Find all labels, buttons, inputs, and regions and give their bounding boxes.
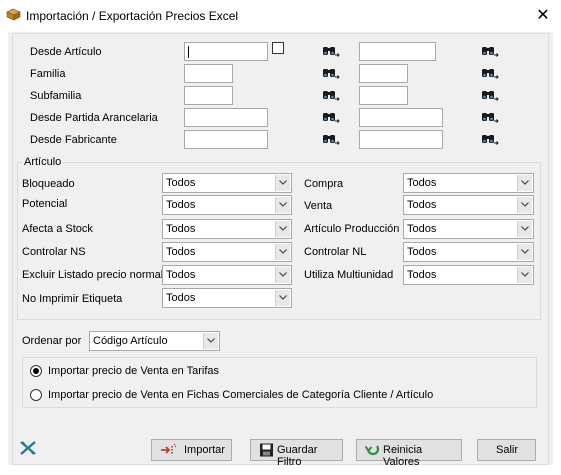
articulo-produccion-select[interactable]: Todos: [403, 219, 534, 239]
chevron-down-icon: [275, 197, 290, 213]
filter-label-subfamilia: Subfamilia: [30, 90, 82, 102]
fabricante-to-input[interactable]: [359, 130, 443, 149]
save-disk-icon: [260, 443, 273, 457]
title-bar: Importación / Exportación Precios Excel …: [0, 0, 561, 32]
utiliza-multiunidad-select[interactable]: Todos: [403, 265, 534, 285]
ordenar-por-select[interactable]: Código Artículo: [89, 331, 220, 351]
desde-articulo-checkbox[interactable]: [272, 42, 284, 54]
window-title: Importación / Exportación Precios Excel: [26, 9, 239, 23]
controlar-nl-select[interactable]: Todos: [403, 242, 534, 262]
import-fichas-label: Importar precio de Venta en Fichas Comer…: [48, 389, 434, 401]
chevron-down-icon: [517, 175, 532, 191]
partida-arancelaria-to-input[interactable]: [359, 108, 443, 127]
binoculars-search-icon[interactable]: [322, 88, 340, 102]
import-fichas-radio[interactable]: [30, 389, 42, 401]
app-box-icon: [6, 8, 21, 21]
bloqueado-label: Bloqueado: [22, 178, 75, 190]
fabricante-from-input[interactable]: [184, 130, 268, 149]
chevron-down-icon: [275, 267, 290, 283]
compra-label: Compra: [304, 178, 344, 190]
chevron-down-icon: [275, 290, 290, 306]
filter-label-desde-articulo: Desde Artículo: [30, 46, 102, 58]
no-imprimir-etiqueta-label: No Imprimir Etiqueta: [22, 293, 123, 305]
chevron-down-icon: [517, 244, 532, 260]
subfamilia-from-input[interactable]: [184, 86, 233, 105]
chevron-down-icon: [275, 175, 290, 191]
chevron-down-icon: [517, 197, 532, 213]
binoculars-search-icon[interactable]: [322, 44, 340, 58]
ordenar-por-label: Ordenar por: [22, 335, 82, 347]
binoculars-search-icon[interactable]: [322, 66, 340, 80]
excluir-listado-label: Excluir Listado precio normal: [22, 269, 164, 281]
binoculars-search-icon[interactable]: [481, 132, 499, 146]
no-imprimir-etiqueta-select[interactable]: Todos: [162, 288, 292, 308]
articulo-produccion-label: Artículo Producción: [304, 223, 400, 235]
salir-button[interactable]: Salir: [477, 439, 536, 461]
chevron-down-icon: [275, 221, 290, 237]
filter-label-familia: Familia: [30, 68, 66, 80]
binoculars-search-icon[interactable]: [322, 132, 340, 146]
afecta-stock-label: Afecta a Stock: [22, 223, 93, 235]
potencial-label: Potencial: [22, 198, 68, 210]
reset-arrow-icon: [365, 445, 380, 456]
articulo-group-title: Artículo: [22, 156, 64, 168]
chevron-down-icon: [517, 267, 532, 283]
familia-from-input[interactable]: [184, 64, 233, 83]
chevron-down-icon: [517, 221, 532, 237]
filter-label-fabricante: Desde Fabricante: [30, 134, 117, 146]
import-tarifas-radio[interactable]: [30, 365, 42, 377]
controlar-ns-label: Controlar NS: [22, 246, 86, 258]
importar-button[interactable]: Importar: [151, 439, 232, 461]
binoculars-search-icon[interactable]: [322, 110, 340, 124]
venta-select[interactable]: Todos: [403, 195, 534, 215]
chevron-down-icon: [275, 244, 290, 260]
binoculars-search-icon[interactable]: [481, 110, 499, 124]
partida-arancelaria-from-input[interactable]: [184, 108, 268, 127]
import-tarifas-label: Importar precio de Venta en Tarifas: [48, 365, 220, 377]
import-arrow-icon: [161, 443, 176, 454]
potencial-select[interactable]: Todos: [162, 195, 292, 215]
excel-icon: [20, 441, 36, 455]
desde-articulo-from-input[interactable]: [184, 42, 268, 61]
excluir-listado-select[interactable]: Todos: [162, 265, 292, 285]
subfamilia-to-input[interactable]: [359, 86, 408, 105]
controlar-nl-label: Controlar NL: [304, 246, 367, 258]
chevron-down-icon: [203, 333, 218, 349]
binoculars-search-icon[interactable]: [481, 66, 499, 80]
close-button[interactable]: ✕: [530, 4, 556, 28]
filter-label-partida-arancelaria: Desde Partida Arancelaria: [30, 112, 158, 124]
binoculars-search-icon[interactable]: [481, 88, 499, 102]
text-caret: [188, 46, 189, 58]
controlar-ns-select[interactable]: Todos: [162, 242, 292, 262]
guardar-filtro-button[interactable]: Guardar Filtro: [250, 439, 343, 468]
bloqueado-select[interactable]: Todos: [162, 173, 292, 193]
binoculars-search-icon[interactable]: [481, 44, 499, 58]
utiliza-multiunidad-label: Utiliza Multiunidad: [304, 269, 394, 281]
reinicia-valores-button[interactable]: Reinicia Valores: [356, 439, 462, 468]
venta-label: Venta: [304, 200, 333, 212]
afecta-stock-select[interactable]: Todos: [162, 219, 292, 239]
familia-to-input[interactable]: [359, 64, 408, 83]
desde-articulo-to-input[interactable]: [359, 42, 436, 61]
compra-select[interactable]: Todos: [403, 173, 534, 193]
